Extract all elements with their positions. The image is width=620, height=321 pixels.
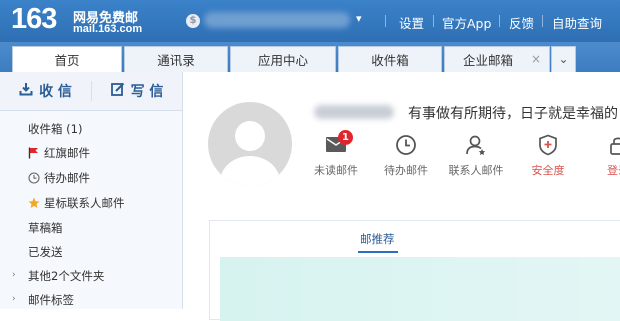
- motto-text: 有事做有所期待，日子就是幸福的: [408, 106, 618, 122]
- quick-action-label: 待办邮件: [384, 164, 428, 177]
- contact-icon: [466, 135, 486, 155]
- recommend-banner[interactable]: [220, 257, 620, 321]
- sidebar-item-label: 其他2个文件夹: [28, 269, 105, 283]
- official-app-link[interactable]: 官方App: [442, 13, 491, 32]
- quick-action-label: 未读邮件: [314, 164, 358, 177]
- lock-icon: [610, 137, 620, 155]
- security-level-button[interactable]: 安全度: [518, 134, 578, 178]
- sidebar-item-drafts[interactable]: 草稿箱: [28, 220, 63, 236]
- sidebar-item-todo[interactable]: 待办邮件: [28, 170, 90, 186]
- todo-mail-button[interactable]: 待办邮件: [376, 134, 436, 178]
- unread-count-badge: 1: [338, 130, 353, 145]
- login-button[interactable]: 登录: [588, 134, 620, 178]
- feedback-link[interactable]: 反馈: [509, 13, 534, 32]
- sidebar-item-label: 邮件标签: [28, 293, 74, 307]
- avatar[interactable]: [208, 102, 292, 186]
- tab-label: 首页: [54, 53, 80, 68]
- sidebar-item-label: 红旗邮件: [44, 146, 90, 160]
- account-name[interactable]: [204, 12, 350, 28]
- receive-mail-button[interactable]: 收 信: [0, 72, 91, 110]
- quick-action-label: 登录: [607, 164, 620, 177]
- clock-icon: [396, 135, 416, 155]
- sidebar-item-starred-contacts[interactable]: 星标联系人邮件: [28, 195, 125, 211]
- download-icon: [19, 82, 33, 100]
- divider: [433, 15, 434, 27]
- write-mail-label: 写 信: [130, 84, 164, 100]
- tab-label: 应用中心: [257, 53, 308, 68]
- sidebar-item-label: 草稿箱: [28, 221, 63, 235]
- star-icon: [28, 197, 41, 209]
- unread-mail-button[interactable]: 1 未读邮件: [306, 130, 366, 178]
- expand-arrow-icon[interactable]: ›: [12, 294, 16, 304]
- close-icon[interactable]: ×: [531, 52, 541, 66]
- receive-mail-label: 收 信: [39, 84, 72, 100]
- compose-bar: 收 信 写 信: [0, 72, 182, 111]
- sidebar: 收 信 写 信 收件箱 (1) 红旗邮件 待办邮件 星标联系人邮件 草稿箱 已发…: [0, 72, 183, 309]
- tab-enterprise-mail[interactable]: 企业邮箱 ×: [444, 46, 550, 72]
- sidebar-item-flagged[interactable]: 红旗邮件: [28, 145, 90, 161]
- more-tabs-button[interactable]: ⌄: [551, 46, 576, 72]
- sidebar-item-label: 已发送: [28, 245, 63, 259]
- tab-label: 通讯录: [157, 53, 195, 68]
- vip-icon[interactable]: $: [186, 14, 200, 28]
- account-dropdown-icon[interactable]: ▾: [356, 12, 362, 25]
- logo-number[interactable]: 163: [11, 3, 57, 36]
- recommend-card: 邮推荐: [209, 220, 620, 321]
- divider: [385, 15, 386, 27]
- red-flag-icon: [28, 147, 41, 159]
- quick-action-label: 联系人邮件: [448, 164, 504, 177]
- tab-label: 收件箱: [371, 53, 409, 68]
- tab-inbox[interactable]: 收件箱: [338, 46, 442, 72]
- tab-contacts[interactable]: 通讯录: [124, 46, 228, 72]
- clock-icon: [28, 172, 41, 184]
- tab-mail-recommend[interactable]: 邮推荐: [360, 231, 395, 247]
- contact-mail-button[interactable]: 联系人邮件: [446, 134, 506, 178]
- username: [314, 105, 394, 119]
- tab-app-center[interactable]: 应用中心: [230, 46, 336, 72]
- chevron-down-icon: ⌄: [558, 52, 569, 66]
- sidebar-item-label: 收件箱 (1): [28, 122, 83, 136]
- self-service-link[interactable]: 自助查询: [552, 13, 602, 32]
- quick-action-label: 安全度: [531, 164, 565, 177]
- sidebar-item-label: 星标联系人邮件: [44, 196, 125, 210]
- tab-label: 企业邮箱: [462, 53, 513, 68]
- sidebar-item-mail-tags[interactable]: 邮件标签: [28, 292, 74, 308]
- shield-icon: [539, 134, 557, 156]
- write-mail-button[interactable]: 写 信: [92, 72, 182, 110]
- expand-arrow-icon[interactable]: ›: [12, 270, 16, 280]
- top-header: 163 网易免费邮 mail.163.com $ ▾ 设置 官方App 反馈 自…: [0, 0, 620, 42]
- sidebar-item-inbox[interactable]: 收件箱 (1): [28, 121, 82, 137]
- default-avatar-icon: [220, 121, 280, 186]
- sidebar-item-label: 待办邮件: [44, 171, 90, 185]
- divider: [542, 15, 543, 27]
- divider: [499, 15, 500, 27]
- edit-icon: [110, 82, 125, 100]
- settings-link[interactable]: 设置: [399, 13, 424, 32]
- sidebar-item-sent[interactable]: 已发送: [28, 244, 63, 260]
- logo-domain[interactable]: mail.163.com: [73, 23, 142, 35]
- main-content: 有事做有所期待，日子就是幸福的 1 未读邮件 待办邮件 联系人邮件 安全度 登 …: [184, 72, 620, 321]
- sidebar-item-other-folders[interactable]: 其他2个文件夹: [28, 268, 104, 284]
- tab-bar: 首页 通讯录 应用中心 收件箱 企业邮箱 × ⌄: [0, 42, 620, 72]
- active-tab-indicator: [358, 251, 398, 253]
- tab-home[interactable]: 首页: [12, 46, 122, 72]
